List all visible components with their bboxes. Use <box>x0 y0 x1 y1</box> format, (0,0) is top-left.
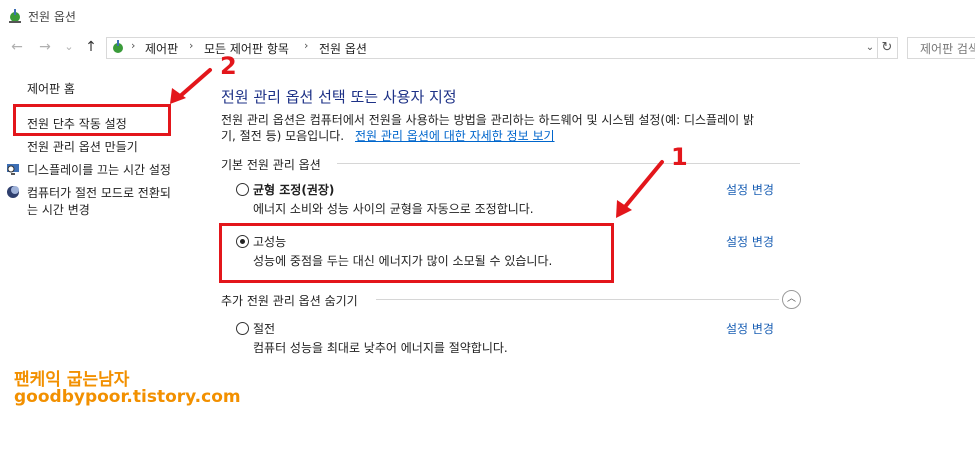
description-line2: 기, 절전 등) 모음입니다. <box>221 129 345 143</box>
annotation-number-2: 2 <box>220 52 237 80</box>
high-performance-change-settings-link[interactable]: 설정 변경 <box>726 233 774 250</box>
section-divider <box>337 163 800 164</box>
more-info-link[interactable]: 전원 관리 옵션에 대한 자세한 정보 보기 <box>355 127 555 144</box>
arrow-to-high-performance <box>616 160 664 218</box>
breadcrumb-separator-icon[interactable]: › <box>189 39 193 52</box>
breadcrumb-power-options[interactable]: 전원 옵션 <box>319 40 367 57</box>
annotation-box-power-button-link <box>13 104 171 136</box>
up-arrow-icon[interactable]: ↑ <box>82 38 100 56</box>
window-title: 전원 옵션 <box>28 10 76 24</box>
watermark-line2: goodbypoor.tistory.com <box>14 387 241 407</box>
description-line1: 전원 관리 옵션은 컴퓨터에서 전원을 사용하는 방법을 관리하는 하드웨어 및… <box>221 113 755 127</box>
collapse-chevron-up-icon[interactable]: ︿ <box>782 290 801 309</box>
hide-additional-plans-heading[interactable]: 추가 전원 관리 옵션 숨기기 <box>221 292 358 309</box>
preferred-plans-heading: 기본 전원 관리 옵션 <box>221 158 321 172</box>
balanced-plan-desc: 에너지 소비와 성능 사이의 균형을 자동으로 조정합니다. <box>253 202 534 216</box>
recent-locations-chevron-icon[interactable]: ⌄ <box>60 38 78 56</box>
arrow-to-power-button-link <box>170 68 212 104</box>
search-placeholder: 제어판 검색 <box>920 42 975 56</box>
power-options-icon <box>9 9 21 23</box>
balanced-radio[interactable] <box>236 183 249 196</box>
power-saver-plan-desc: 컴퓨터 성능을 최대로 낮추어 에너지를 절약합니다. <box>253 341 508 355</box>
forward-arrow-icon[interactable]: → <box>36 38 54 56</box>
search-input[interactable]: 제어판 검색 <box>907 37 975 59</box>
sleep-moon-icon <box>7 186 19 198</box>
annotation-box-high-performance <box>219 223 614 283</box>
control-panel-icon <box>113 40 123 53</box>
section-divider <box>376 299 779 300</box>
sleep-time-link-line2[interactable]: 는 시간 변경 <box>27 201 90 218</box>
power-saver-radio[interactable] <box>236 322 249 335</box>
balanced-change-settings-link[interactable]: 설정 변경 <box>726 181 774 198</box>
balanced-plan-name[interactable]: 균형 조정(권장) <box>253 181 334 198</box>
breadcrumb-separator-icon[interactable]: › <box>131 39 135 52</box>
breadcrumb-control-panel[interactable]: 제어판 <box>145 40 178 57</box>
display-clock-icon <box>7 164 19 175</box>
annotation-number-1: 1 <box>671 143 688 171</box>
display-off-time-link[interactable]: 디스플레이를 끄는 시간 설정 <box>27 161 171 178</box>
control-panel-home-link[interactable]: 제어판 홈 <box>27 80 75 97</box>
back-arrow-icon[interactable]: ← <box>8 38 26 56</box>
refresh-icon[interactable]: ↻ <box>877 37 898 59</box>
sleep-time-link-line1[interactable]: 컴퓨터가 절전 모드로 전환되 <box>27 184 171 201</box>
breadcrumb-all-items[interactable]: 모든 제어판 항목 <box>204 40 289 57</box>
power-saver-change-settings-link[interactable]: 설정 변경 <box>726 320 774 337</box>
power-saver-plan-name[interactable]: 절전 <box>253 320 275 337</box>
breadcrumb-separator-icon[interactable]: › <box>304 39 308 52</box>
address-dropdown-icon[interactable]: ⌄ <box>863 38 877 58</box>
page-title: 전원 관리 옵션 선택 또는 사용자 지정 <box>221 88 457 106</box>
title-bar: 전원 옵션 <box>0 0 975 32</box>
create-power-plan-link[interactable]: 전원 관리 옵션 만들기 <box>27 138 138 155</box>
